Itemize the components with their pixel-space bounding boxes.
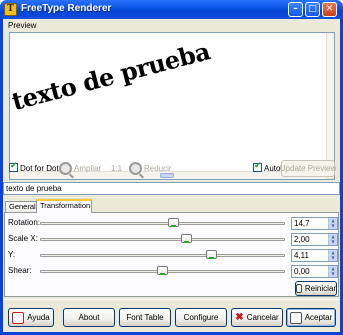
scale-x-spinbox[interactable]: 2,00 ▲ ▼ [291, 233, 338, 246]
rotation-slider-thumb[interactable] [168, 218, 179, 227]
zoom-out-label: Reducir [144, 164, 172, 173]
cancel-label: Cancelar [246, 313, 279, 322]
app-window: T FreeType Renderer – □ ✕ Preview texto … [0, 0, 343, 335]
spin-arrows[interactable]: ▲ ▼ [328, 250, 337, 261]
rotation-value: 14,7 [294, 219, 310, 228]
about-button[interactable]: About [63, 308, 115, 327]
help-label: Ayuda [27, 313, 50, 322]
tab-transformation[interactable]: Transformation [36, 199, 92, 213]
scale-x-slider-track[interactable] [40, 238, 285, 241]
preview-canvas[interactable]: texto de prueba [9, 32, 335, 180]
scale-x-value: 2,00 [294, 235, 310, 244]
reset-button[interactable]: Reiniciar [295, 281, 337, 296]
scale-y-spinbox[interactable]: 4,11 ▲ ▼ [291, 249, 338, 262]
close-icon: ✕ [325, 4, 334, 14]
spin-down-icon[interactable]: ▼ [329, 255, 337, 260]
dialog-client-area: Preview texto de prueba ✔ Dot for Dot Am… [3, 19, 340, 332]
scale-x-slider-thumb[interactable] [181, 234, 192, 243]
rotation-label: Rotation: [8, 218, 41, 227]
spin-arrows[interactable]: ▲ ▼ [328, 234, 337, 245]
preview-label: Preview [8, 21, 37, 30]
preview-vertical-scrollbar[interactable] [326, 33, 334, 171]
about-label: About [78, 313, 100, 322]
close-button[interactable]: ✕ [322, 2, 337, 17]
window-title: FreeType Renderer [21, 3, 112, 14]
one-to-one-button[interactable]: 1:1 [109, 160, 124, 177]
help-button[interactable]: Ayuda [8, 308, 54, 327]
accept-button[interactable]: Aceptar [286, 308, 336, 327]
minimize-icon: – [293, 4, 298, 14]
tab-general[interactable]: General [5, 201, 39, 212]
spin-down-icon[interactable]: ▼ [329, 239, 337, 244]
zoom-out-icon [129, 162, 142, 175]
shear-slider-thumb[interactable] [157, 266, 168, 275]
spin-arrows[interactable]: ▲ ▼ [328, 266, 337, 277]
configure-label: Configure [183, 313, 219, 322]
spin-down-icon[interactable]: ▼ [329, 271, 337, 276]
preview-rendered-text: texto de prueba [9, 36, 213, 116]
scale-y-slider-track[interactable] [40, 254, 285, 257]
scale-y-value: 4,11 [294, 251, 309, 260]
checkmark-icon: ✔ [10, 161, 18, 171]
configure-button[interactable]: Configure [175, 308, 227, 327]
sample-text-input[interactable]: texto de prueba [3, 182, 340, 195]
zoom-in-icon [59, 162, 72, 175]
spin-down-icon[interactable]: ▼ [329, 223, 337, 228]
cancel-button[interactable]: ✖ Cancelar [231, 308, 283, 327]
separator [3, 299, 340, 300]
zoom-in-button[interactable]: Ampliar [57, 160, 103, 177]
reset-label: Reiniciar [304, 284, 336, 293]
maximize-button[interactable]: □ [305, 2, 320, 17]
scale-y-label: Y: [8, 250, 16, 259]
minimize-button[interactable]: – [288, 2, 303, 17]
zoom-in-label: Ampliar [74, 164, 102, 173]
tab-transformation-label: Transformation [40, 201, 91, 210]
maximize-icon: □ [308, 4, 317, 14]
reset-icon [296, 284, 302, 293]
scale-x-label: Scale X: [8, 234, 38, 243]
rotation-spinbox[interactable]: 14,7 ▲ ▼ [291, 217, 338, 230]
checkmark-icon: ✔ [254, 161, 262, 171]
font-table-label: Font Table [126, 313, 164, 322]
shear-label: Shear: [8, 266, 32, 275]
dot-for-dot-checkbox[interactable]: ✔ [9, 161, 18, 172]
freetype-app-icon: T [4, 3, 17, 16]
auto-label: Auto [264, 164, 281, 173]
spin-arrows[interactable]: ▲ ▼ [328, 218, 337, 229]
rotation-slider-track[interactable] [40, 222, 285, 225]
sample-text-value: texto de prueba [6, 184, 62, 193]
shear-spinbox[interactable]: 0,00 ▲ ▼ [291, 265, 338, 278]
cancel-x-icon: ✖ [235, 312, 244, 323]
scale-y-slider-thumb[interactable] [206, 250, 217, 259]
update-preview-button[interactable]: Update Preview [279, 160, 337, 177]
auto-checkbox[interactable]: ✔ [253, 161, 262, 172]
one-to-one-label: 1:1 [111, 164, 123, 173]
transformation-panel: Rotation: 14,7 ▲ ▼ Scale X: 2,00 ▲ ▼ Y: 4,… [4, 212, 339, 297]
accept-label: Aceptar [304, 313, 333, 322]
title-bar[interactable]: T FreeType Renderer – □ ✕ [0, 0, 343, 19]
update-preview-label: Update Preview [279, 164, 337, 173]
help-lifebuoy-icon [12, 311, 25, 324]
tab-general-label: General [9, 202, 36, 211]
font-table-button[interactable]: Font Table [119, 308, 171, 327]
accept-hand-icon [289, 311, 302, 324]
zoom-out-button[interactable]: Reducir [127, 160, 174, 177]
dot-for-dot-label: Dot for Dot [20, 164, 59, 173]
shear-value: 0,00 [294, 267, 310, 276]
tab-strip: General Transformation [3, 199, 340, 213]
